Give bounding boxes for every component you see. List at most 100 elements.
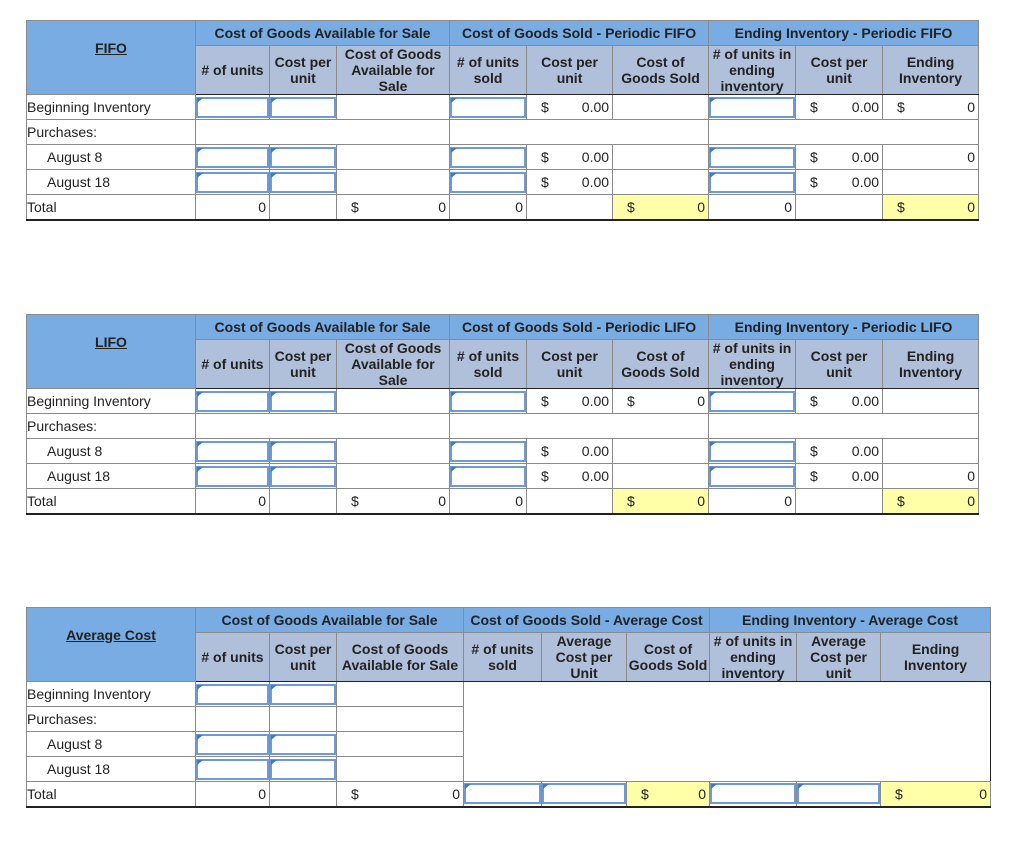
value-input[interactable]	[196, 146, 269, 168]
computed-value: 0.00	[851, 174, 880, 190]
value-input[interactable]	[450, 390, 527, 412]
computed-cell: $0.00	[795, 144, 884, 170]
input-cell	[195, 681, 270, 707]
computed-value: 0	[784, 493, 793, 509]
value-input[interactable]	[270, 465, 336, 487]
value-input[interactable]	[709, 146, 796, 168]
fifo-title-link[interactable]: FIFO	[95, 40, 127, 56]
value-input[interactable]	[709, 171, 796, 193]
value-input[interactable]	[196, 96, 269, 118]
currency-symbol: $	[810, 99, 818, 115]
group-header: Ending Inventory - Periodic FIFO	[708, 20, 980, 46]
value-input[interactable]	[270, 733, 336, 755]
computed-cell: $0.00	[526, 438, 614, 464]
value-input[interactable]	[710, 783, 797, 805]
result-cell: $0	[880, 781, 992, 808]
blank-cell	[612, 144, 710, 170]
column-header: # of units	[195, 632, 270, 682]
group-header: Cost of Goods Available for Sale	[194, 607, 465, 633]
value-input[interactable]	[709, 390, 796, 412]
row-label: August 18	[26, 463, 196, 489]
value-input[interactable]	[196, 465, 269, 487]
currency-symbol: $	[541, 443, 549, 459]
column-header: # of units in ending inventory	[709, 632, 798, 682]
value-input[interactable]	[270, 683, 336, 705]
value-input[interactable]	[542, 783, 627, 805]
currency-symbol: $	[810, 443, 818, 459]
lifo-title-link[interactable]: LIFO	[95, 334, 127, 350]
computed-value: 0	[967, 149, 976, 165]
total-row: Total 0 $0 0 $0 0 $0	[26, 488, 980, 515]
currency-symbol: $	[541, 99, 549, 115]
computed-cell: 0	[882, 144, 980, 170]
value-input[interactable]	[270, 440, 336, 462]
input-cell	[269, 169, 337, 195]
value-input[interactable]	[196, 171, 269, 193]
value-input[interactable]	[450, 146, 527, 168]
computed-value: 0	[515, 493, 524, 509]
computed-cell: 0	[195, 488, 270, 515]
computed-cell: $0.00	[795, 438, 884, 464]
value-input[interactable]	[709, 440, 796, 462]
value-input[interactable]	[270, 758, 336, 780]
value-input[interactable]	[196, 390, 269, 412]
blank-cell	[612, 169, 710, 195]
computed-value: 0	[979, 786, 988, 802]
value-input[interactable]	[196, 683, 269, 705]
value-input[interactable]	[196, 733, 269, 755]
average-cost-title-link[interactable]: Average Cost	[66, 627, 156, 643]
value-input[interactable]	[450, 465, 527, 487]
value-input[interactable]	[270, 390, 336, 412]
currency-symbol: $	[897, 493, 905, 509]
value-input[interactable]	[196, 440, 269, 462]
column-header: Cost per unit	[526, 45, 614, 95]
value-input[interactable]	[797, 783, 881, 805]
computed-cell: $0.00	[526, 94, 614, 120]
blank-cell	[335, 756, 465, 782]
column-header: Average Cost per Unit	[541, 632, 628, 682]
computed-cell: $0.00	[526, 463, 614, 489]
computed-cell: 0	[449, 194, 528, 221]
blank-cell	[269, 194, 337, 221]
blank-cell	[335, 706, 465, 732]
value-input[interactable]	[270, 96, 336, 118]
blank-cell	[795, 488, 884, 515]
value-input[interactable]	[450, 440, 527, 462]
column-header: Cost of Goods Sold	[612, 339, 710, 389]
result-cell: $0	[612, 194, 710, 221]
table-row: Purchases:	[26, 413, 980, 439]
value-input[interactable]	[270, 171, 336, 193]
value-input[interactable]	[464, 783, 542, 805]
column-header: # of units	[195, 339, 270, 389]
computed-value: 0	[697, 199, 706, 215]
value-input[interactable]	[709, 96, 796, 118]
column-header: Cost of Goods Available for Sale	[335, 45, 451, 95]
value-input[interactable]	[270, 146, 336, 168]
computed-value: 0	[452, 786, 461, 802]
currency-symbol: $	[897, 199, 905, 215]
currency-symbol: $	[810, 393, 818, 409]
input-cell	[708, 94, 797, 120]
blank-cell	[449, 119, 710, 145]
group-header-row: Average Cost Cost of Goods Available for …	[26, 607, 992, 682]
computed-cell: $0.00	[526, 169, 614, 195]
computed-value: 0	[698, 786, 707, 802]
input-cell	[541, 781, 628, 808]
blank-cell	[194, 413, 451, 439]
computed-value: 0.00	[851, 393, 880, 409]
value-input[interactable]	[450, 171, 527, 193]
table-row: Beginning Inventory	[26, 681, 992, 782]
blank-cell	[335, 94, 451, 120]
blank-cell	[335, 463, 451, 489]
value-input[interactable]	[450, 96, 527, 118]
column-header: # of units sold	[449, 45, 528, 95]
input-cell	[269, 94, 337, 120]
computed-value: 0	[515, 199, 524, 215]
value-input[interactable]	[196, 758, 269, 780]
row-label: Purchases:	[26, 706, 196, 732]
blank-cell	[612, 438, 710, 464]
value-input[interactable]	[709, 465, 796, 487]
column-header: Average Cost per unit	[796, 632, 882, 682]
blank-cell	[335, 388, 451, 414]
currency-symbol: $	[895, 786, 903, 802]
